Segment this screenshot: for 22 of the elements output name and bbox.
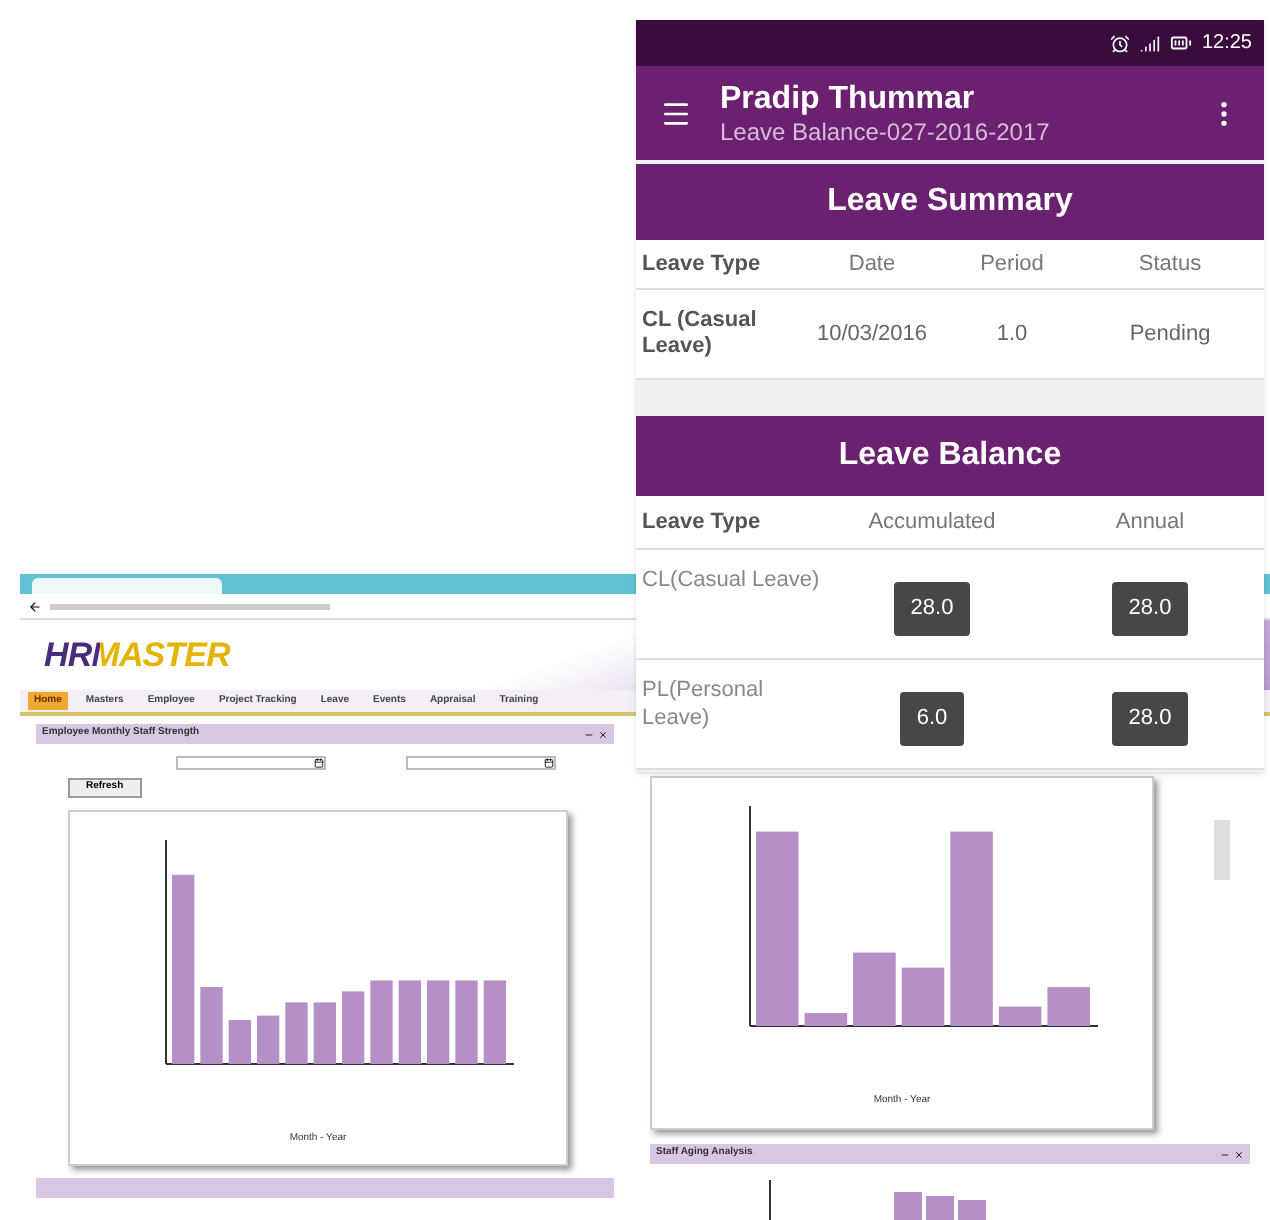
table-cell: CL(Casual Leave) <box>642 566 822 594</box>
value-badge: 6.0 <box>900 692 964 745</box>
card-title: Leave Balance <box>838 436 1062 476</box>
card-title: Leave Summary <box>827 182 1073 222</box>
column-header: Annual <box>1113 507 1187 538</box>
column-header: Date <box>846 249 898 280</box>
column-header: Status <box>1136 249 1204 280</box>
table-cell-text: CL (Casual Leave) <box>642 308 759 360</box>
value-badge: 28.0 <box>1112 692 1188 745</box>
table-cell-text: Pending <box>1127 319 1213 350</box>
value-badge: 28.0 <box>894 582 970 635</box>
table-cell-text: PL(Personal Leave) <box>642 676 766 732</box>
column-header: Period <box>978 249 1046 280</box>
table-cell-text: 10/03/2016 <box>814 319 930 350</box>
value-badge: 28.0 <box>1112 582 1188 635</box>
clock-time: 12:25 <box>1201 30 1252 58</box>
app-title: Pradip Thummar <box>720 79 977 117</box>
column-header: Accumulated <box>866 507 998 538</box>
table-cell-text: 1.0 <box>994 319 1030 350</box>
app-subtitle: Leave Balance-027-2016-2017 <box>720 117 1052 147</box>
column-header: Leave Type <box>642 507 763 538</box>
column-header: Leave Type <box>642 249 763 280</box>
